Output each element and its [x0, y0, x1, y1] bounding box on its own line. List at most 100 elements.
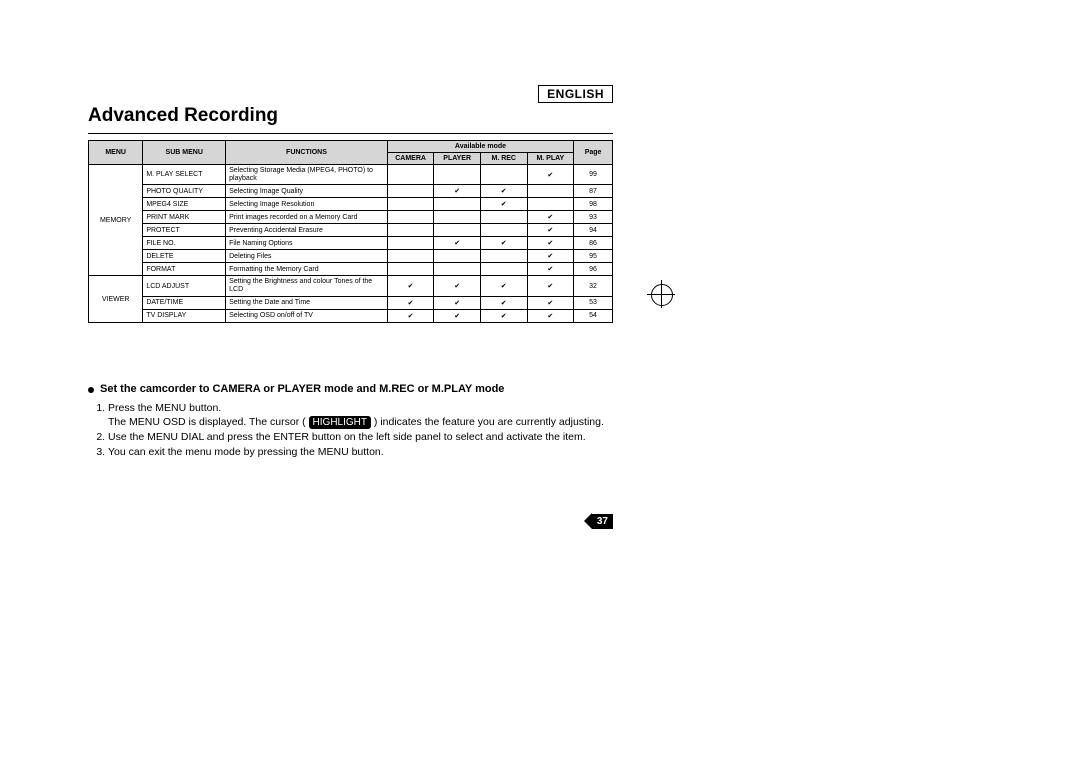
- mode-player: ✔: [434, 309, 481, 322]
- th-camera: CAMERA: [387, 153, 434, 165]
- menu-table: MENU SUB MENU FUNCTIONS Available mode P…: [88, 140, 613, 323]
- table-row: PHOTO QUALITY Selecting Image Quality ✔ …: [89, 185, 613, 198]
- sub-cell: PHOTO QUALITY: [143, 185, 226, 198]
- th-mrec: M. REC: [480, 153, 527, 165]
- func-cell: Print images recorded on a Memory Card: [226, 211, 388, 224]
- page-cell: 32: [574, 276, 613, 296]
- page-number-triangle-icon: [584, 513, 592, 529]
- page-cell: 86: [574, 237, 613, 250]
- mode-player: [434, 198, 481, 211]
- func-cell: Setting the Date and Time: [226, 296, 388, 309]
- mode-mrec: [480, 165, 527, 185]
- mode-mplay: ✔: [527, 250, 574, 263]
- page-cell: 94: [574, 224, 613, 237]
- table-row: FORMAT Formatting the Memory Card ✔ 96: [89, 263, 613, 276]
- sub-cell: TV DISPLAY: [143, 309, 226, 322]
- mode-camera: ✔: [387, 309, 434, 322]
- page-cell: 95: [574, 250, 613, 263]
- mode-mrec: [480, 211, 527, 224]
- func-cell: Selecting Image Quality: [226, 185, 388, 198]
- sub-cell: PROTECT: [143, 224, 226, 237]
- mode-mplay: ✔: [527, 165, 574, 185]
- th-page: Page: [574, 141, 613, 165]
- mode-camera: [387, 263, 434, 276]
- mode-mrec: [480, 263, 527, 276]
- func-cell: Formatting the Memory Card: [226, 263, 388, 276]
- highlight-pill: HIGHLIGHT: [309, 416, 371, 429]
- mode-mplay: [527, 198, 574, 211]
- page-cell: 99: [574, 165, 613, 185]
- mode-mplay: [527, 185, 574, 198]
- mode-player: ✔: [434, 185, 481, 198]
- func-cell: Selecting OSD on/off of TV: [226, 309, 388, 322]
- mode-camera: ✔: [387, 276, 434, 296]
- step-1: Press the MENU button. The MENU OSD is d…: [108, 401, 613, 429]
- mode-camera: [387, 250, 434, 263]
- mode-player: [434, 165, 481, 185]
- mode-player: ✔: [434, 237, 481, 250]
- table-row: MPEG4 SIZE Selecting Image Resolution ✔ …: [89, 198, 613, 211]
- steps-list: Press the MENU button. The MENU OSD is d…: [88, 401, 613, 460]
- page-cell: 53: [574, 296, 613, 309]
- mode-mplay: ✔: [527, 309, 574, 322]
- page-cell: 54: [574, 309, 613, 322]
- func-cell: Selecting Storage Media (MPEG4, PHOTO) t…: [226, 165, 388, 185]
- mode-mplay: ✔: [527, 296, 574, 309]
- mode-mrec: [480, 250, 527, 263]
- step-1-text: Press the MENU button.: [108, 402, 221, 414]
- menu-cell-viewer: VIEWER: [89, 276, 143, 322]
- sub-cell: FILE NO.: [143, 237, 226, 250]
- mode-mrec: ✔: [480, 276, 527, 296]
- mode-mrec: [480, 224, 527, 237]
- mode-mrec: ✔: [480, 296, 527, 309]
- mode-mplay: ✔: [527, 263, 574, 276]
- mode-camera: [387, 237, 434, 250]
- table-row: FILE NO. File Naming Options ✔ ✔ ✔ 86: [89, 237, 613, 250]
- content-area: ENGLISH Advanced Recording MENU SUB MENU…: [88, 85, 613, 460]
- table-row: PRINT MARK Print images recorded on a Me…: [89, 211, 613, 224]
- mode-camera: [387, 185, 434, 198]
- table-row: PROTECT Preventing Accidental Erasure ✔ …: [89, 224, 613, 237]
- sub-cell: M. PLAY SELECT: [143, 165, 226, 185]
- th-menu: MENU: [89, 141, 143, 165]
- page-number-badge: 37: [584, 513, 613, 529]
- table-row: DATE/TIME Setting the Date and Time ✔ ✔ …: [89, 296, 613, 309]
- step-3: You can exit the menu mode by pressing t…: [108, 445, 613, 459]
- mode-mplay: ✔: [527, 211, 574, 224]
- sub-cell: DATE/TIME: [143, 296, 226, 309]
- sub-cell: MPEG4 SIZE: [143, 198, 226, 211]
- mode-player: [434, 250, 481, 263]
- func-cell: Preventing Accidental Erasure: [226, 224, 388, 237]
- table-header-row-1: MENU SUB MENU FUNCTIONS Available mode P…: [89, 141, 613, 153]
- page: ENGLISH Advanced Recording MENU SUB MENU…: [0, 0, 1080, 763]
- table-row: DELETE Deleting Files ✔ 95: [89, 250, 613, 263]
- language-label: ENGLISH: [538, 85, 613, 103]
- mode-camera: [387, 198, 434, 211]
- mode-camera: [387, 211, 434, 224]
- bullet-icon: [88, 387, 94, 393]
- register-mark-right: [647, 280, 675, 308]
- func-cell: Deleting Files: [226, 250, 388, 263]
- th-player: PLAYER: [434, 153, 481, 165]
- sub-cell: FORMAT: [143, 263, 226, 276]
- menu-cell-memory: MEMORY: [89, 165, 143, 276]
- mode-player: ✔: [434, 276, 481, 296]
- th-functions: FUNCTIONS: [226, 141, 388, 165]
- mode-mrec: ✔: [480, 198, 527, 211]
- mode-mplay: ✔: [527, 237, 574, 250]
- mode-player: [434, 263, 481, 276]
- func-cell: File Naming Options: [226, 237, 388, 250]
- page-number: 37: [592, 514, 613, 529]
- th-mplay: M. PLAY: [527, 153, 574, 165]
- table-row: TV DISPLAY Selecting OSD on/off of TV ✔ …: [89, 309, 613, 322]
- sub-cell: LCD ADJUST: [143, 276, 226, 296]
- mode-camera: [387, 224, 434, 237]
- mode-player: [434, 211, 481, 224]
- th-sub-menu: SUB MENU: [143, 141, 226, 165]
- mode-player: [434, 224, 481, 237]
- mode-mplay: ✔: [527, 224, 574, 237]
- mode-player: ✔: [434, 296, 481, 309]
- instruction-heading-row: Set the camcorder to CAMERA or PLAYER mo…: [88, 383, 613, 395]
- page-cell: 96: [574, 263, 613, 276]
- page-cell: 93: [574, 211, 613, 224]
